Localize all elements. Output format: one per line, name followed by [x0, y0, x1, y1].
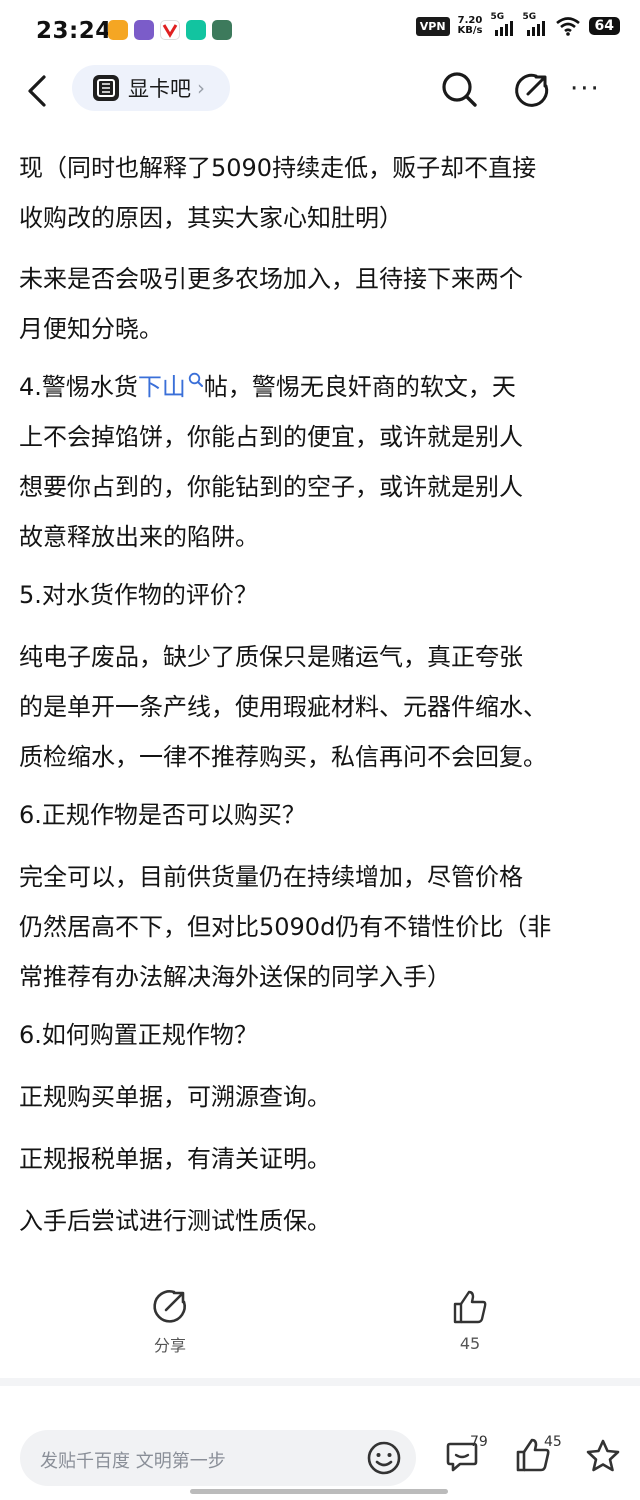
- like-count: 45: [459, 1334, 481, 1353]
- forum-name: 显卡吧: [128, 77, 191, 101]
- comment-input[interactable]: 发贴千百度 文明第一步: [20, 1430, 416, 1486]
- thumbs-up-icon: [453, 1290, 487, 1324]
- post-line: 正规购买单据，可溯源查询。: [19, 1083, 331, 1111]
- search-icon: [442, 72, 477, 107]
- post-line: 故意释放出来的陷阱。: [19, 523, 259, 551]
- home-indicator: [190, 1489, 448, 1494]
- chevron-right-icon: ›: [197, 76, 205, 100]
- post-line: 现（同时也解释了5090持续走低，贩子却不直接: [19, 154, 537, 182]
- network-speed: 7.20 KB/s: [457, 15, 483, 36]
- share-icon: [153, 1290, 186, 1323]
- share-label: 分享: [153, 1336, 186, 1355]
- search-link[interactable]: 下山: [138, 373, 186, 401]
- forum-entry-button[interactable]: 显卡吧 ›: [72, 65, 230, 111]
- share-button[interactable]: [514, 72, 550, 112]
- emoji-icon[interactable]: [366, 1440, 402, 1476]
- wifi-icon: [555, 17, 580, 36]
- post-line: 收购改的原因，其实大家心知肚明）: [19, 204, 403, 232]
- back-button[interactable]: [24, 74, 52, 112]
- app-notification-icon: [160, 20, 180, 40]
- post-line: 4.警惕水货下山 帖，警惕无良奸商的软文，天: [19, 372, 516, 401]
- app-notification-icon: [134, 20, 154, 40]
- star-icon: [586, 1439, 620, 1472]
- cellular-signal-2-icon: 5G: [523, 12, 547, 36]
- status-time: 23:24: [36, 18, 112, 44]
- more-options-button[interactable]: ···: [570, 74, 601, 104]
- app-notification-icon: [212, 20, 232, 40]
- bottom-action-bar: 发贴千百度 文明第一步 79 45: [0, 1414, 640, 1500]
- comment-placeholder: 发贴千百度 文明第一步: [40, 1451, 226, 1472]
- app-notification-icon: [108, 20, 128, 40]
- post-line: 上不会掉馅饼，你能占到的便宜，或许就是别人: [19, 423, 523, 451]
- favorite-button[interactable]: [584, 1438, 622, 1478]
- forum-logo-icon: [93, 75, 119, 101]
- post-content: ​ 现（同时也解释了5090持续走低，贩子却不直接 收购改的原因，其实大家心知肚…: [0, 126, 640, 1276]
- post-line: 完全可以，目前供货量仍在持续增加，尽管价格: [19, 863, 523, 891]
- back-arrow-icon: [28, 75, 46, 107]
- post-line: 常推荐有办法解决海外送保的同学入手）: [19, 963, 451, 991]
- post-line: 想要你占到的，你能钻到的空子，或许就是别人: [19, 473, 523, 501]
- notification-icons: [108, 20, 232, 40]
- app-notification-icon: [186, 20, 206, 40]
- post-line: 的是单开一条产线，使用瑕疵材料、元器件缩水、: [19, 693, 547, 721]
- post-line: 6.正规作物是否可以购买？: [19, 801, 306, 829]
- post-line: 5.对水货作物的评价？: [19, 581, 258, 609]
- share-icon: [515, 73, 549, 107]
- post-line: 质检缩水，一律不推荐购买，私信再问不会回复。: [19, 743, 547, 771]
- like-count: 45: [544, 1434, 562, 1450]
- post-line: 正规报税单据，有清关证明。: [19, 1145, 331, 1173]
- top-nav-bar: 显卡吧 › ···: [0, 60, 640, 126]
- post-share-button[interactable]: 分享: [140, 1288, 200, 1356]
- vpn-indicator: VPN: [415, 16, 450, 36]
- post-line: 仍然居高不下，但对比5090d仍有不错性价比（非: [19, 913, 552, 941]
- search-button[interactable]: [440, 70, 478, 112]
- post-line: 月便知分晓。: [19, 315, 163, 343]
- post-line: 入手后尝试进行测试性质保。: [19, 1207, 331, 1235]
- post-line: 纯电子废品，缺少了质保只是赌运气，真正夸张: [19, 643, 523, 671]
- search-link-icon: [188, 372, 203, 387]
- post-line: 未来是否会吸引更多农场加入，且待接下来两个: [19, 265, 523, 293]
- post-line: 6.如何购置正规作物？: [19, 1021, 258, 1049]
- cellular-signal-1-icon: 5G: [491, 12, 515, 36]
- battery-indicator: 64: [588, 17, 620, 35]
- comment-count: 79: [470, 1434, 488, 1450]
- section-divider: [0, 1378, 640, 1386]
- status-bar: 23:24 VPN 7.20 KB/s 5G 5G 64: [0, 0, 640, 60]
- post-like-button[interactable]: 45: [440, 1288, 500, 1353]
